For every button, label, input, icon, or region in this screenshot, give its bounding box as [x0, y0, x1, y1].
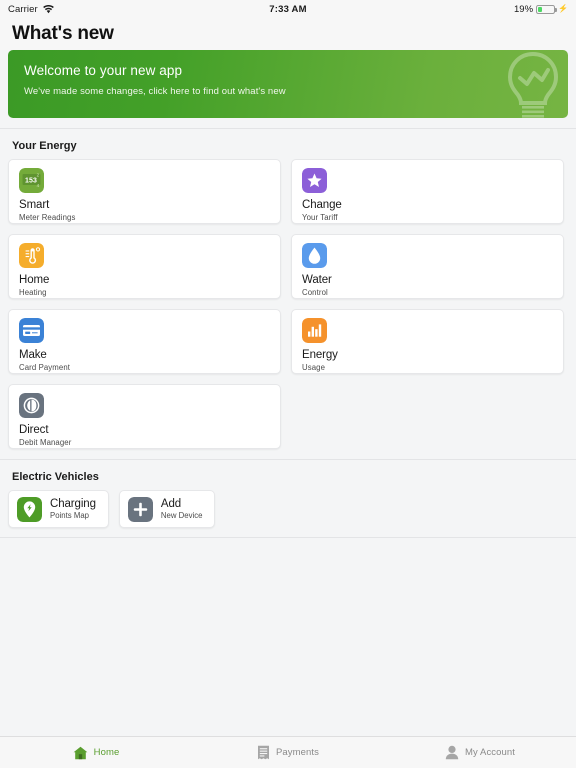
status-bar-left: Carrier — [8, 4, 54, 15]
direct-debit-icon — [19, 393, 44, 418]
battery-icon — [536, 5, 555, 14]
page-title: What's new — [12, 23, 114, 45]
card-smart-meter-readings[interactable]: 1 5 3 2 4 Smart Meter Readings — [8, 159, 281, 224]
house-icon — [73, 746, 88, 760]
card-direct-debit-manager[interactable]: Direct Debit Manager — [8, 384, 281, 449]
map-pin-bolt-icon — [17, 497, 42, 522]
card-subtitle: Card Payment — [19, 363, 270, 372]
card-subtitle: Usage — [302, 363, 553, 372]
card-charging-points-map[interactable]: Charging Points Map — [8, 490, 109, 528]
tab-home[interactable]: Home — [0, 737, 192, 768]
tab-bar: Home Payments My Account — [0, 736, 576, 768]
card-subtitle: Meter Readings — [19, 213, 270, 222]
card-title: Charging — [50, 498, 96, 510]
card-energy-usage[interactable]: Energy Usage — [291, 309, 564, 374]
card-title: Change — [302, 199, 553, 211]
card-title: Make — [19, 349, 270, 361]
meter-digits-icon: 1 5 3 2 4 — [19, 168, 44, 193]
bar-chart-icon — [302, 318, 327, 343]
wifi-icon — [43, 5, 54, 14]
card-subtitle: Control — [302, 288, 553, 297]
credit-card-icon — [19, 318, 44, 343]
lightning-bolt-icon: ⚡ — [558, 5, 568, 13]
star-icon — [302, 168, 327, 193]
banner-container: Welcome to your new app We've made some … — [0, 50, 576, 118]
card-water-control[interactable]: Water Control — [291, 234, 564, 299]
banner-title: Welcome to your new app — [24, 63, 552, 78]
svg-text:4: 4 — [37, 183, 40, 188]
banner-subtitle: We've made some changes, click here to f… — [24, 86, 552, 97]
lightbulb-chart-icon — [502, 50, 564, 118]
card-subtitle: Points Map — [50, 511, 96, 520]
navigation-bar: What's new — [0, 18, 576, 50]
scroll-content: Welcome to your new app We've made some … — [0, 50, 576, 736]
card-title: Add — [161, 498, 203, 510]
card-text: Add New Device — [161, 498, 203, 520]
status-bar-right: 19% ⚡ — [514, 4, 568, 15]
card-subtitle: Heating — [19, 288, 270, 297]
card-make-card-payment[interactable]: Make Card Payment — [8, 309, 281, 374]
ev-card-grid: Charging Points Map Add New Device — [0, 490, 576, 528]
water-drop-icon — [302, 243, 327, 268]
card-change-your-tariff[interactable]: Change Your Tariff — [291, 159, 564, 224]
card-subtitle: Debit Manager — [19, 438, 270, 447]
person-icon — [445, 745, 459, 760]
tab-label: Payments — [276, 747, 319, 758]
welcome-banner[interactable]: Welcome to your new app We've made some … — [8, 50, 568, 118]
card-add-new-device[interactable]: Add New Device — [119, 490, 216, 528]
card-title: Smart — [19, 199, 270, 211]
status-bar: Carrier 7:33 AM 19% ⚡ — [0, 0, 576, 18]
app-root: Carrier 7:33 AM 19% ⚡ What's new — [0, 0, 576, 768]
tab-label: Home — [94, 747, 120, 758]
section-heading-your-energy: Your Energy — [0, 128, 576, 159]
section-divider — [0, 537, 576, 538]
card-text: Charging Points Map — [50, 498, 96, 520]
card-subtitle: New Device — [161, 511, 203, 520]
battery-percent-label: 19% — [514, 4, 533, 15]
plus-icon — [128, 497, 153, 522]
card-home-heating[interactable]: Home Heating — [8, 234, 281, 299]
card-title: Home — [19, 274, 270, 286]
status-bar-time: 7:33 AM — [0, 4, 576, 15]
card-title: Energy — [302, 349, 553, 361]
energy-card-grid: 1 5 3 2 4 Smart Meter Readings — [0, 159, 576, 449]
svg-text:2: 2 — [37, 173, 40, 178]
section-heading-electric-vehicles: Electric Vehicles — [0, 459, 576, 490]
tab-my-account[interactable]: My Account — [384, 737, 576, 768]
receipt-icon — [257, 745, 270, 760]
tab-payments[interactable]: Payments — [192, 737, 384, 768]
tab-label: My Account — [465, 747, 515, 758]
carrier-label: Carrier — [8, 4, 38, 15]
card-title: Water — [302, 274, 553, 286]
card-title: Direct — [19, 424, 270, 436]
card-subtitle: Your Tariff — [302, 213, 553, 222]
thermometer-icon — [19, 243, 44, 268]
